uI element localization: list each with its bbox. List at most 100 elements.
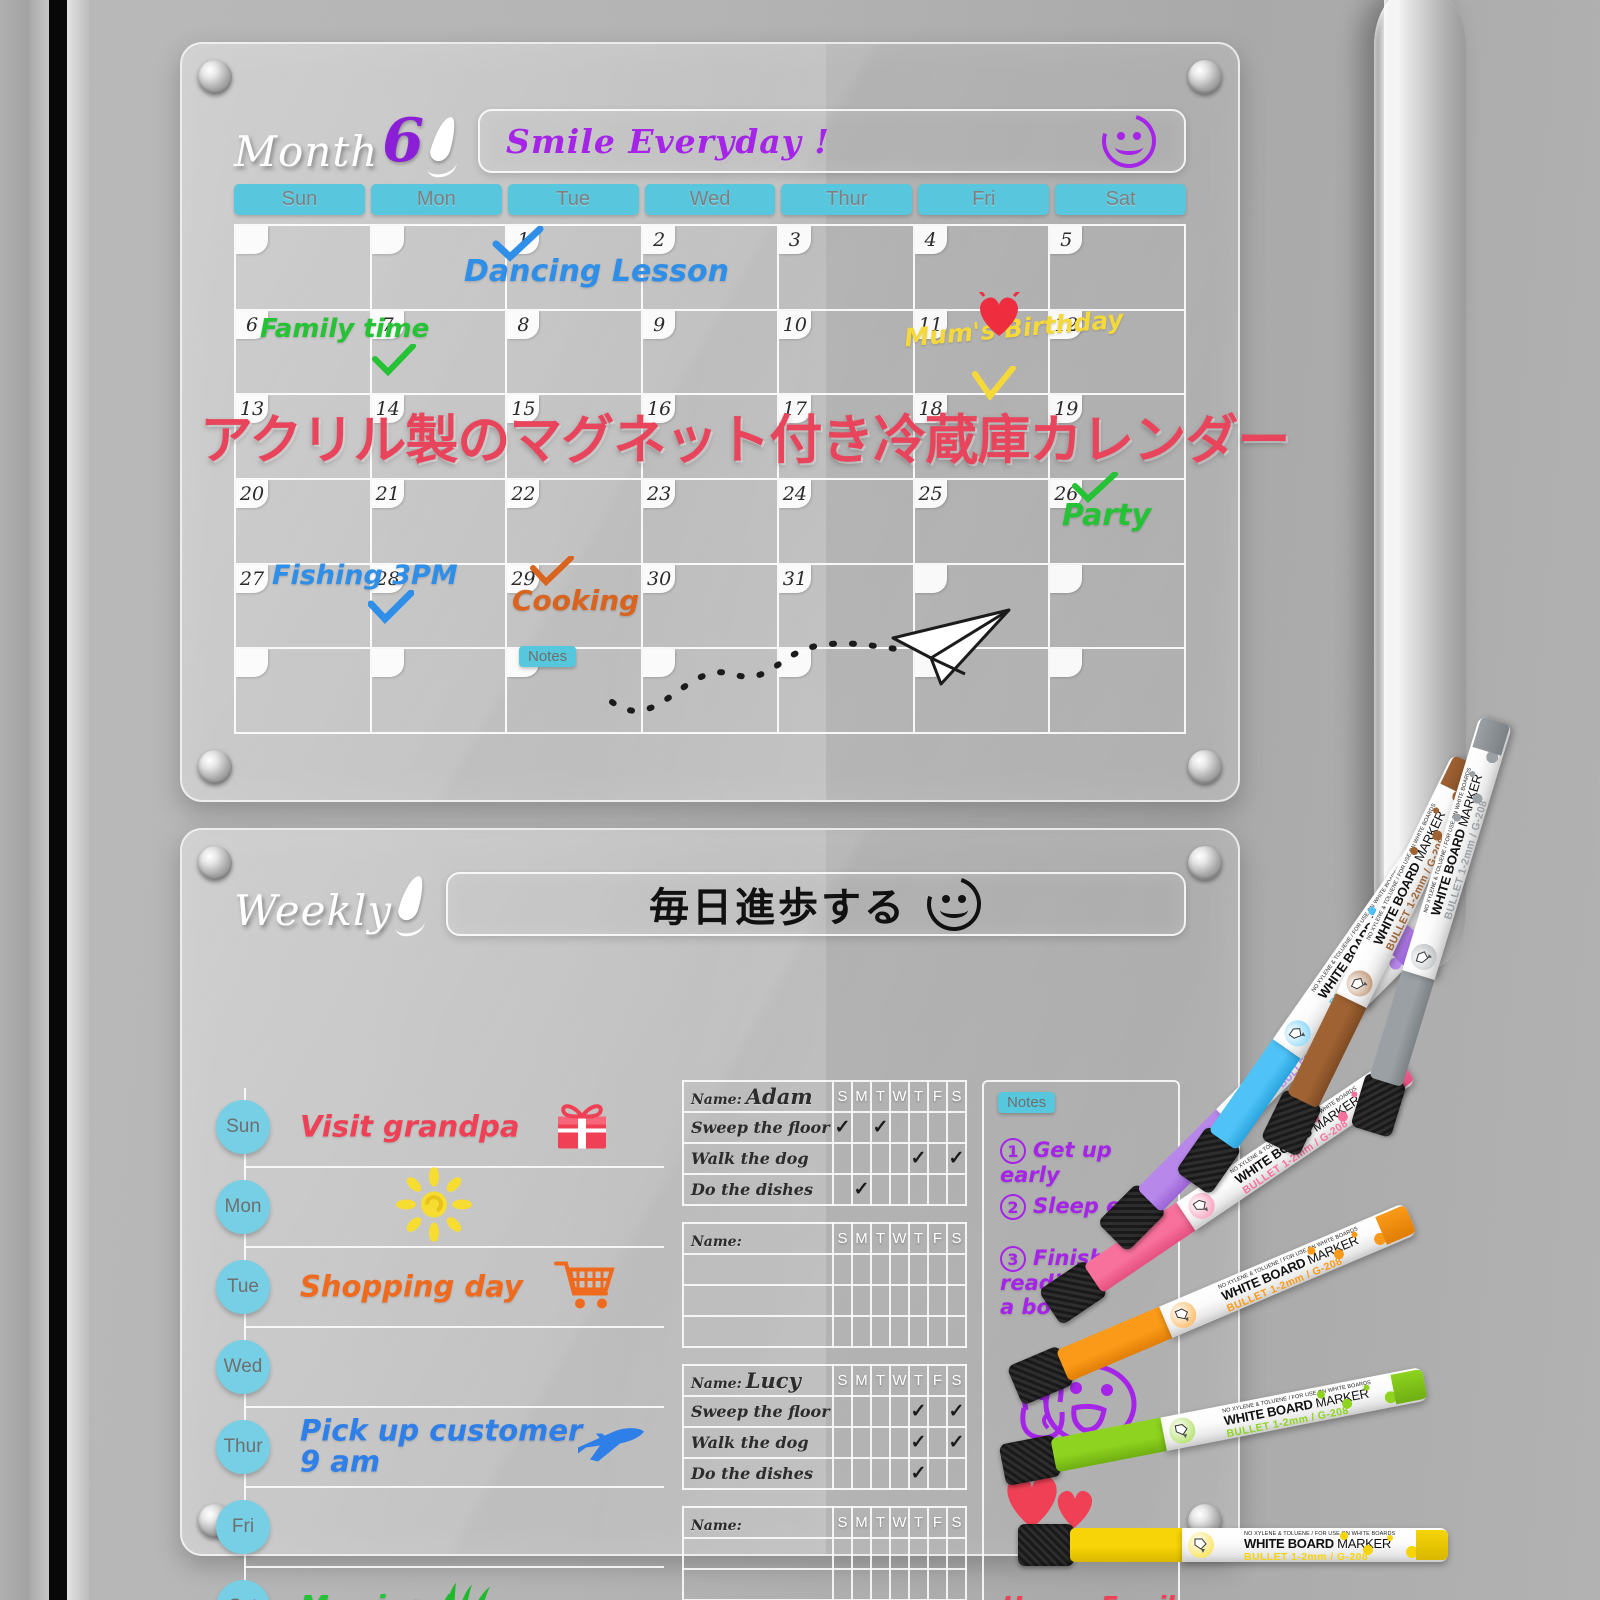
chore-checkbox-empty[interactable]	[889, 1142, 910, 1175]
calendar-cell-day-10[interactable]: 10	[778, 310, 915, 396]
month-number[interactable]: 6	[382, 106, 424, 176]
chore-checkbox-empty[interactable]	[870, 1315, 891, 1348]
chore-checkbox-empty[interactable]	[889, 1395, 910, 1428]
calendar-cell-day-5[interactable]: 5	[1050, 226, 1186, 311]
chore-checkbox-empty[interactable]	[851, 1284, 872, 1317]
chore-checkbox-empty[interactable]	[851, 1426, 872, 1459]
chore-checkbox-checked[interactable]: ✓	[908, 1395, 929, 1428]
calendar-cell-empty[interactable]	[1050, 649, 1186, 734]
chore-task-label[interactable]: Walk the dog	[682, 1142, 834, 1175]
chore-checkbox-empty[interactable]	[889, 1457, 910, 1490]
chore-checkbox-empty[interactable]	[927, 1315, 948, 1348]
weekly-row-mon[interactable]: Mon	[216, 1166, 664, 1248]
chore-checkbox-empty[interactable]	[870, 1457, 891, 1490]
chore-task-label[interactable]	[682, 1253, 834, 1286]
chore-checkbox-empty[interactable]	[889, 1426, 910, 1459]
calendar-entry-fishing[interactable]: Fishing 3PM	[272, 561, 458, 591]
chore-checkbox-empty[interactable]	[908, 1537, 929, 1570]
weekly-row-tue[interactable]: Tue Shopping day	[216, 1248, 664, 1328]
chore-checkbox-empty[interactable]	[832, 1568, 853, 1600]
calendar-cell-day-22[interactable]: 22	[507, 479, 644, 565]
calendar-cell-empty[interactable]	[236, 226, 372, 311]
chore-checkbox-empty[interactable]	[889, 1253, 910, 1286]
chore-task-label[interactable]: Sweep the floor	[682, 1395, 834, 1428]
chore-checkbox-empty[interactable]	[927, 1173, 948, 1206]
chore-checkbox-empty[interactable]	[927, 1395, 948, 1428]
chore-task-label[interactable]	[682, 1315, 834, 1348]
chore-checkbox-empty[interactable]	[870, 1395, 891, 1428]
chore-checkbox-checked[interactable]: ✓	[908, 1426, 929, 1459]
chore-checkbox-empty[interactable]	[927, 1537, 948, 1570]
chore-checkbox-empty[interactable]	[908, 1315, 929, 1348]
calendar-entry-cooking[interactable]: Cooking	[512, 586, 639, 616]
chore-chart-name-cell[interactable]: Name:	[682, 1222, 834, 1255]
calendar-cell-day-25[interactable]: 25	[914, 479, 1051, 565]
calendar-cell-day-8[interactable]: 8	[507, 310, 644, 396]
chore-checkbox-empty[interactable]	[832, 1284, 853, 1317]
weekly-row-sun[interactable]: Sun Visit grandpa	[216, 1088, 664, 1168]
calendar-cell-day-23[interactable]: 23	[643, 479, 779, 565]
chore-checkbox-checked[interactable]: ✓	[908, 1142, 929, 1175]
weekly-row-fri[interactable]: Fri	[216, 1488, 664, 1568]
yellow-marker[interactable]: NO XYLENE & TOLUENE / FOR USE ON WHITE B…	[1018, 1524, 1448, 1566]
chore-checkbox-empty[interactable]	[870, 1142, 891, 1175]
chore-checkbox-empty[interactable]	[851, 1142, 872, 1175]
chore-checkbox-empty[interactable]	[870, 1537, 891, 1570]
chore-checkbox-empty[interactable]	[908, 1253, 929, 1286]
month-motto-box[interactable]: Smile Everyday !	[478, 104, 1186, 178]
chore-checkbox-empty[interactable]	[927, 1284, 948, 1317]
chore-checkbox-checked[interactable]: ✓	[908, 1457, 929, 1490]
calendar-cell-day-24[interactable]: 24	[778, 479, 915, 565]
chore-checkbox-empty[interactable]	[927, 1142, 948, 1175]
calendar-cell-empty[interactable]	[236, 649, 372, 734]
chore-checkbox-empty[interactable]	[927, 1426, 948, 1459]
chore-checkbox-empty[interactable]	[832, 1457, 853, 1490]
weekly-row-wed[interactable]: Wed	[216, 1328, 664, 1408]
chore-checkbox-empty[interactable]	[927, 1457, 948, 1490]
chore-task-label[interactable]: Do the dishes	[682, 1173, 834, 1206]
chore-task-label[interactable]: Sweep the floor	[682, 1111, 834, 1144]
chore-checkbox-empty[interactable]	[851, 1457, 872, 1490]
chore-checkbox-empty[interactable]	[927, 1568, 948, 1600]
chore-checkbox-empty[interactable]	[832, 1395, 853, 1428]
weekly-row-thur[interactable]: Thur Pick up customer 9 am	[216, 1408, 664, 1488]
chore-checkbox-empty[interactable]	[851, 1568, 872, 1600]
chore-checkbox-empty[interactable]	[851, 1111, 872, 1144]
calendar-cell-day-30[interactable]: 30	[643, 564, 779, 650]
chore-task-label[interactable]	[682, 1284, 834, 1317]
weekly-motto-box[interactable]: 毎日進歩する	[446, 867, 1186, 941]
chore-checkbox-empty[interactable]	[870, 1568, 891, 1600]
chore-checkbox-empty[interactable]	[832, 1426, 853, 1459]
chore-chart-blank-3[interactable]: Name: S M T W T F S	[682, 1506, 967, 1600]
chore-checkbox-empty[interactable]	[851, 1537, 872, 1570]
calendar-cell-day-3[interactable]: 3	[778, 226, 915, 311]
chore-checkbox-empty[interactable]	[832, 1537, 853, 1570]
chore-checkbox-empty[interactable]	[908, 1568, 929, 1600]
chore-checkbox-empty[interactable]	[908, 1173, 929, 1206]
chore-task-label[interactable]: Walk the dog	[682, 1426, 834, 1459]
chore-chart-name-cell[interactable]: Name:	[682, 1506, 834, 1539]
chore-chart-blank-1[interactable]: Name: S M T W T F S	[682, 1222, 967, 1348]
chore-checkbox-checked[interactable]: ✓	[870, 1111, 891, 1144]
calendar-cell-day-20[interactable]: 20	[236, 479, 372, 565]
chore-checkbox-empty[interactable]	[889, 1568, 910, 1600]
chore-checkbox-empty[interactable]	[927, 1253, 948, 1286]
chore-checkbox-empty[interactable]	[889, 1111, 910, 1144]
chore-checkbox-checked[interactable]: ✓	[851, 1173, 872, 1206]
chore-checkbox-empty[interactable]	[927, 1111, 948, 1144]
chore-checkbox-checked[interactable]: ✓	[832, 1111, 853, 1144]
chore-chart-lucy[interactable]: Name: Lucy S M T W T F S Sweep the floor ✓ ✓ Walk th…	[682, 1364, 967, 1490]
chore-checkbox-empty[interactable]	[870, 1426, 891, 1459]
chore-checkbox-empty[interactable]	[832, 1173, 853, 1206]
chore-checkbox-empty[interactable]	[870, 1173, 891, 1206]
chore-checkbox-empty[interactable]	[908, 1111, 929, 1144]
chore-checkbox-empty[interactable]	[889, 1537, 910, 1570]
chore-task-label[interactable]: Do the dishes	[682, 1457, 834, 1490]
chore-checkbox-empty[interactable]	[889, 1173, 910, 1206]
chore-task-label[interactable]	[682, 1537, 834, 1570]
calendar-cell-day-21[interactable]: 21	[371, 479, 508, 565]
chore-checkbox-empty[interactable]	[832, 1253, 853, 1286]
weekly-row-sat[interactable]: Sat Mowing	[216, 1568, 664, 1600]
chore-chart-adam[interactable]: Name: Adam S M T W T F S Sweep the floor ✓ ✓ Walk th…	[682, 1080, 967, 1206]
chore-checkbox-empty[interactable]	[851, 1395, 872, 1428]
